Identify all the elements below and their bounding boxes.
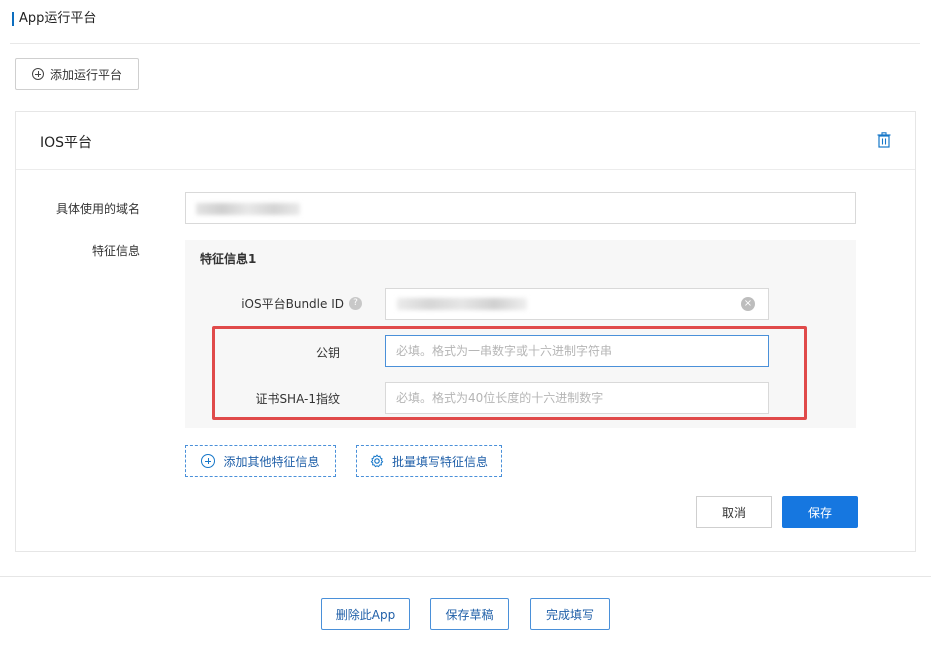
batch-fill-button[interactable]: 批量填写特征信息: [356, 445, 502, 477]
plus-circle-icon: [201, 454, 216, 468]
card-header: IOS平台: [16, 112, 915, 170]
plus-circle-icon: [31, 68, 44, 80]
feature-info-label: 特征信息: [92, 244, 141, 258]
title-accent-bar: [12, 12, 14, 26]
bundle-id-label-group: iOS平台Bundle ID ?: [241, 295, 362, 312]
footer-divider: [0, 576, 931, 577]
ios-platform-card: IOS平台 具体使用的域名 特征信息 特征信息1 iOS平台Bundle ID …: [15, 111, 916, 552]
card-title: IOS平台: [40, 135, 93, 151]
bundle-id-label: iOS平台Bundle ID: [241, 297, 344, 311]
help-icon[interactable]: ?: [349, 297, 362, 310]
save-button[interactable]: 保存: [782, 496, 858, 528]
trash-icon[interactable]: [877, 132, 891, 148]
domain-label: 具体使用的域名: [56, 202, 141, 216]
add-platform-button[interactable]: 添加运行平台: [15, 58, 139, 90]
add-platform-label: 添加运行平台: [49, 67, 122, 82]
save-draft-button[interactable]: 保存草稿: [430, 598, 509, 630]
sha1-fingerprint-label: 证书SHA-1指纹: [255, 392, 340, 406]
add-feature-button[interactable]: 添加其他特征信息: [185, 445, 336, 477]
feature-title: 特征信息1: [200, 252, 257, 266]
sha1-fingerprint-input[interactable]: [385, 382, 769, 414]
finish-button[interactable]: 完成填写: [530, 598, 610, 630]
clear-icon[interactable]: ×: [741, 297, 755, 311]
redacted-bundle-id-value: [397, 298, 527, 310]
gear-icon: [370, 454, 384, 468]
redacted-domain-value: [196, 203, 300, 215]
batch-fill-label: 批量填写特征信息: [391, 454, 488, 469]
public-key-input[interactable]: [385, 335, 769, 367]
page-title-bar: App运行平台: [10, 10, 920, 44]
delete-app-button[interactable]: 删除此App: [321, 598, 410, 630]
cancel-button[interactable]: 取消: [696, 496, 772, 528]
domain-input[interactable]: [185, 192, 856, 224]
add-feature-label: 添加其他特征信息: [223, 454, 320, 469]
public-key-label: 公钥: [315, 346, 340, 360]
page-title: App运行平台: [19, 11, 97, 26]
feature-panel: 特征信息1 iOS平台Bundle ID ? × 公钥 证书SHA-1指纹: [185, 240, 856, 428]
